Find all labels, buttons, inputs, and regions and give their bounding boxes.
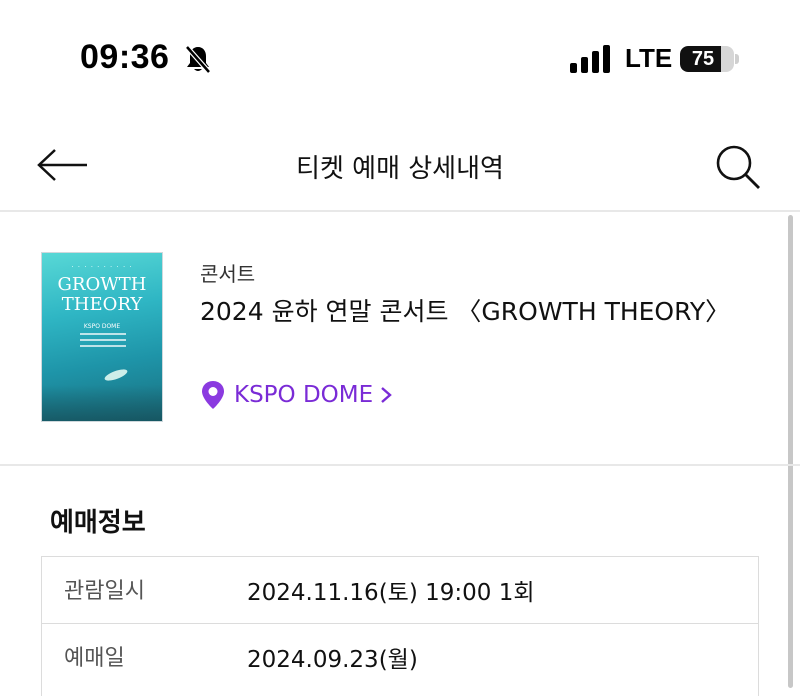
network-type: LTE [625, 43, 673, 73]
poster-subtitle-decoration: · · · · · · · · · · [71, 263, 133, 271]
poster-title-line1: GROWTH [57, 274, 147, 295]
event-category: 콘서트 [200, 262, 256, 286]
battery-icon: 75 [680, 46, 734, 72]
booking-date-label: 예매일 [64, 646, 125, 671]
poster-divider [80, 345, 126, 347]
booking-info-table: 관람일시 2024.11.16(토) 19:00 1회 예매일 2024.09.… [41, 556, 759, 696]
viewing-datetime-label: 관람일시 [64, 579, 145, 604]
event-title: 2024 윤하 연말 콘서트 〈GROWTH THEORY〉 [200, 297, 731, 326]
poster-title: GROWTH THEORY [42, 275, 162, 315]
chevron-right-icon [381, 387, 392, 403]
venue-name: KSPO DOME [234, 382, 374, 408]
booking-info-title: 예매정보 [50, 508, 146, 538]
poster-title-line2: THEORY [61, 294, 143, 315]
poster-seabed [42, 385, 162, 421]
header-divider [0, 210, 800, 212]
battery-cap [735, 54, 739, 64]
page-title: 티켓 예매 상세내역 [296, 154, 504, 184]
viewing-datetime-value: 2024.11.16(토) 19:00 1회 [247, 580, 535, 606]
battery-level: 75 [691, 48, 715, 70]
event-poster[interactable]: · · · · · · · · · · GROWTH THEORY KSPO D… [41, 252, 163, 422]
section-divider [0, 464, 800, 466]
venue-link[interactable]: KSPO DOME [200, 378, 393, 412]
bell-slash-icon [185, 45, 211, 74]
table-row: 예매일 2024.09.23(월) [42, 624, 758, 690]
poster-figure [103, 367, 129, 383]
table-row: 관람일시 2024.11.16(토) 19:00 1회 [42, 557, 758, 624]
status-bar: 09:36 LTE 75 [0, 0, 800, 110]
status-time: 09:36 [80, 38, 170, 76]
poster-venue: KSPO DOME [83, 323, 121, 330]
poster-divider [80, 333, 126, 335]
cellular-signal-icon [570, 45, 610, 73]
search-icon[interactable] [712, 142, 766, 192]
scrollbar[interactable] [788, 215, 793, 688]
booking-date-value: 2024.09.23(월) [247, 647, 418, 673]
app-header: 티켓 예매 상세내역 [0, 120, 800, 210]
poster-divider [80, 339, 126, 341]
location-pin-icon [202, 381, 224, 409]
